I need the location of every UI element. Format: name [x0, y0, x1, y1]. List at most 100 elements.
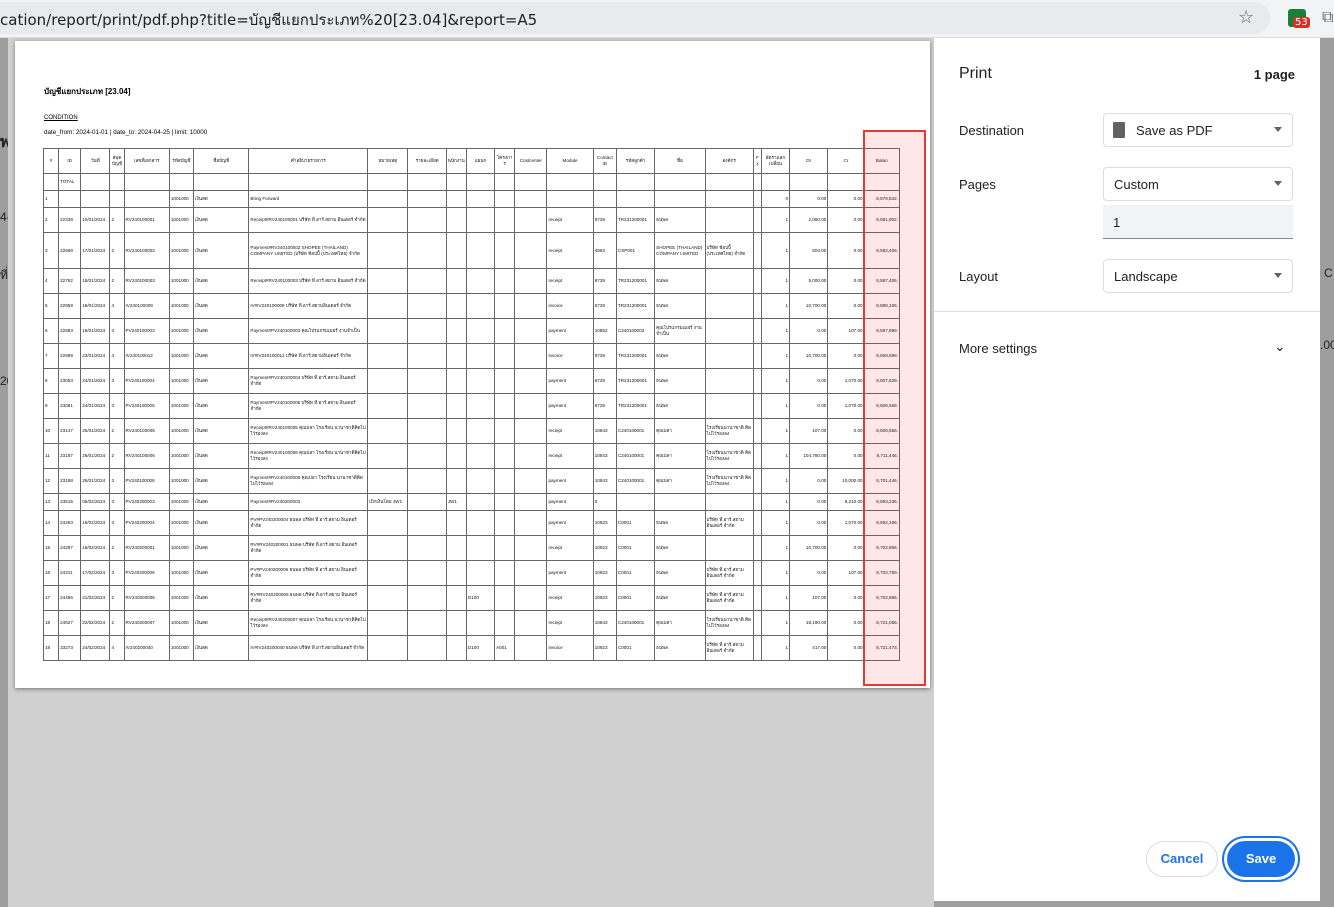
table-cell: PV#PV240200006 ธนพล บริษัท ที.อาร์.สยาม … — [248, 560, 369, 586]
pages-select[interactable]: Custom — [1103, 167, 1293, 201]
table-cell: 11 — [42, 443, 60, 469]
preview-page: บัญชีแยกประเภท [23.04] CONDITION date_fr… — [15, 41, 930, 688]
table-cell — [367, 610, 409, 636]
table-cell: RV240100003 — [123, 268, 170, 294]
table-cell — [445, 535, 467, 561]
table-cell: เงินสด — [192, 560, 250, 586]
table-cell: เงินสด — [192, 393, 250, 419]
table-cell — [445, 635, 467, 661]
table-cell: 1 — [760, 232, 791, 269]
table-cell: 1 — [760, 318, 791, 344]
table-cell: 10,700.00 — [789, 343, 829, 369]
table-cell — [494, 318, 516, 344]
table-cell: 10843 — [592, 443, 617, 469]
document-icon — [1113, 122, 1125, 138]
table-cell: 25/01/2024 — [80, 418, 111, 444]
table-cell: TR231200001 — [615, 393, 656, 419]
table-row: 3 22669 17/01/2024 2 RV240100002 1001000 เงินส… — [42, 232, 901, 269]
table-cell — [445, 207, 467, 233]
table-cell: RV240100002 — [123, 232, 170, 269]
table-cell: 1 — [760, 510, 791, 536]
table-cell — [465, 368, 496, 394]
table-cell — [514, 510, 548, 536]
table-cell — [407, 443, 447, 469]
table-cell — [445, 418, 467, 444]
table-cell: IV240100012 — [123, 343, 170, 369]
save-button[interactable]: Save — [1227, 841, 1295, 877]
custom-pages-input[interactable]: 1 — [1103, 205, 1293, 239]
table-cell: 6729 — [592, 293, 617, 319]
table-row: 14 24263 16/02/2024 3 PV240200004 1001000 เงิน… — [42, 510, 901, 536]
table-cell: TR231200001 — [615, 343, 656, 369]
table-cell: 9 — [42, 393, 60, 419]
table-cell: C0001 — [615, 560, 656, 586]
table-cell: 2,060.00 — [789, 207, 829, 233]
table-cell: 1001000 — [168, 393, 195, 419]
pages-value: Custom — [1114, 177, 1159, 192]
table-cell: 1,070.00 — [827, 368, 865, 394]
table-cell: เงินสด — [192, 493, 250, 511]
table-cell — [407, 368, 447, 394]
table-cell: receipt — [546, 268, 594, 294]
chevron-down-icon[interactable]: ⌄ — [1274, 338, 1286, 355]
table-cell: Payment#PV240100004 บริษัท ที.อาร์.สยาม … — [248, 368, 369, 394]
more-settings-toggle[interactable]: More settings — [959, 341, 1037, 356]
table-cell — [445, 368, 467, 394]
table-cell: 10 — [42, 418, 60, 444]
table-cell — [514, 635, 548, 661]
table-cell: D100 — [465, 635, 496, 661]
table-cell: 0.00 — [827, 443, 865, 469]
table-cell — [752, 610, 762, 636]
cancel-button[interactable]: Cancel — [1146, 841, 1218, 877]
table-cell: 16/02/2024 — [80, 510, 111, 536]
table-cell — [494, 368, 516, 394]
table-cell — [704, 268, 754, 294]
table-cell: 107.00 — [789, 418, 829, 444]
column-header: Fx — [752, 148, 762, 174]
table-cell — [445, 468, 467, 494]
table-cell: 10,700.00 — [789, 293, 829, 319]
table-cell — [494, 232, 516, 269]
table-cell: 0.00 — [827, 535, 865, 561]
table-cell — [407, 535, 447, 561]
table-cell — [752, 535, 762, 561]
table-cell — [465, 418, 496, 444]
table-cell: 1001000 — [168, 268, 195, 294]
table-cell: 17/02/2024 — [80, 560, 111, 586]
destination-select[interactable]: Save as PDF — [1103, 113, 1293, 147]
extensions-puzzle-icon[interactable]: ⧉ — [1322, 7, 1333, 27]
report-title: บัญชีแยกประเภท [23.04] — [44, 87, 131, 96]
table-cell — [752, 468, 762, 494]
table-cell — [465, 207, 496, 233]
url-text[interactable]: cation/report/print/pdf.php?title=บัญชีแ… — [0, 8, 537, 32]
table-row: 17 24495 21/02/2024 2 RV240200005 1001000 เงิน… — [42, 585, 901, 611]
table-cell: 1001000 — [168, 610, 195, 636]
table-cell: 7 — [42, 343, 60, 369]
table-cell: IV#IV240200040 ธนพล บริษัท ที.อาร์.สยามอ… — [248, 635, 369, 661]
table-cell: 2 — [109, 535, 125, 561]
table-cell: payment — [546, 510, 594, 536]
table-cell: เงินสด — [192, 610, 250, 636]
table-cell: PV240100003 — [123, 318, 170, 344]
table-cell: Payment#PV240100006 คุณปลา โรงเรียน นานา… — [248, 468, 369, 494]
table-cell: 0 — [592, 493, 617, 511]
table-cell: 1,070.00 — [827, 510, 865, 536]
table-cell: 17/01/2024 — [80, 232, 111, 269]
table-cell: 0 — [760, 190, 791, 208]
table-cell: 0.00 — [827, 610, 865, 636]
table-cell: receipt — [546, 418, 594, 444]
table-cell: 18/01/2024 — [80, 293, 111, 319]
layout-select[interactable]: Landscape — [1103, 259, 1293, 293]
table-cell: บริษัท ช้อปปี้ (ประเทศไทย) จำกัด — [704, 232, 754, 269]
table-cell — [494, 268, 516, 294]
table-cell — [465, 610, 496, 636]
bookmark-star-icon[interactable]: ☆ — [1238, 7, 1254, 28]
table-cell — [494, 610, 516, 636]
table-cell — [465, 318, 496, 344]
column-header: Module — [546, 148, 594, 174]
custom-pages-value: 1 — [1113, 215, 1121, 230]
table-cell: 0.00 — [827, 293, 865, 319]
table-cell — [494, 343, 516, 369]
table-cell: 4 — [109, 343, 125, 369]
table-cell — [704, 318, 754, 344]
